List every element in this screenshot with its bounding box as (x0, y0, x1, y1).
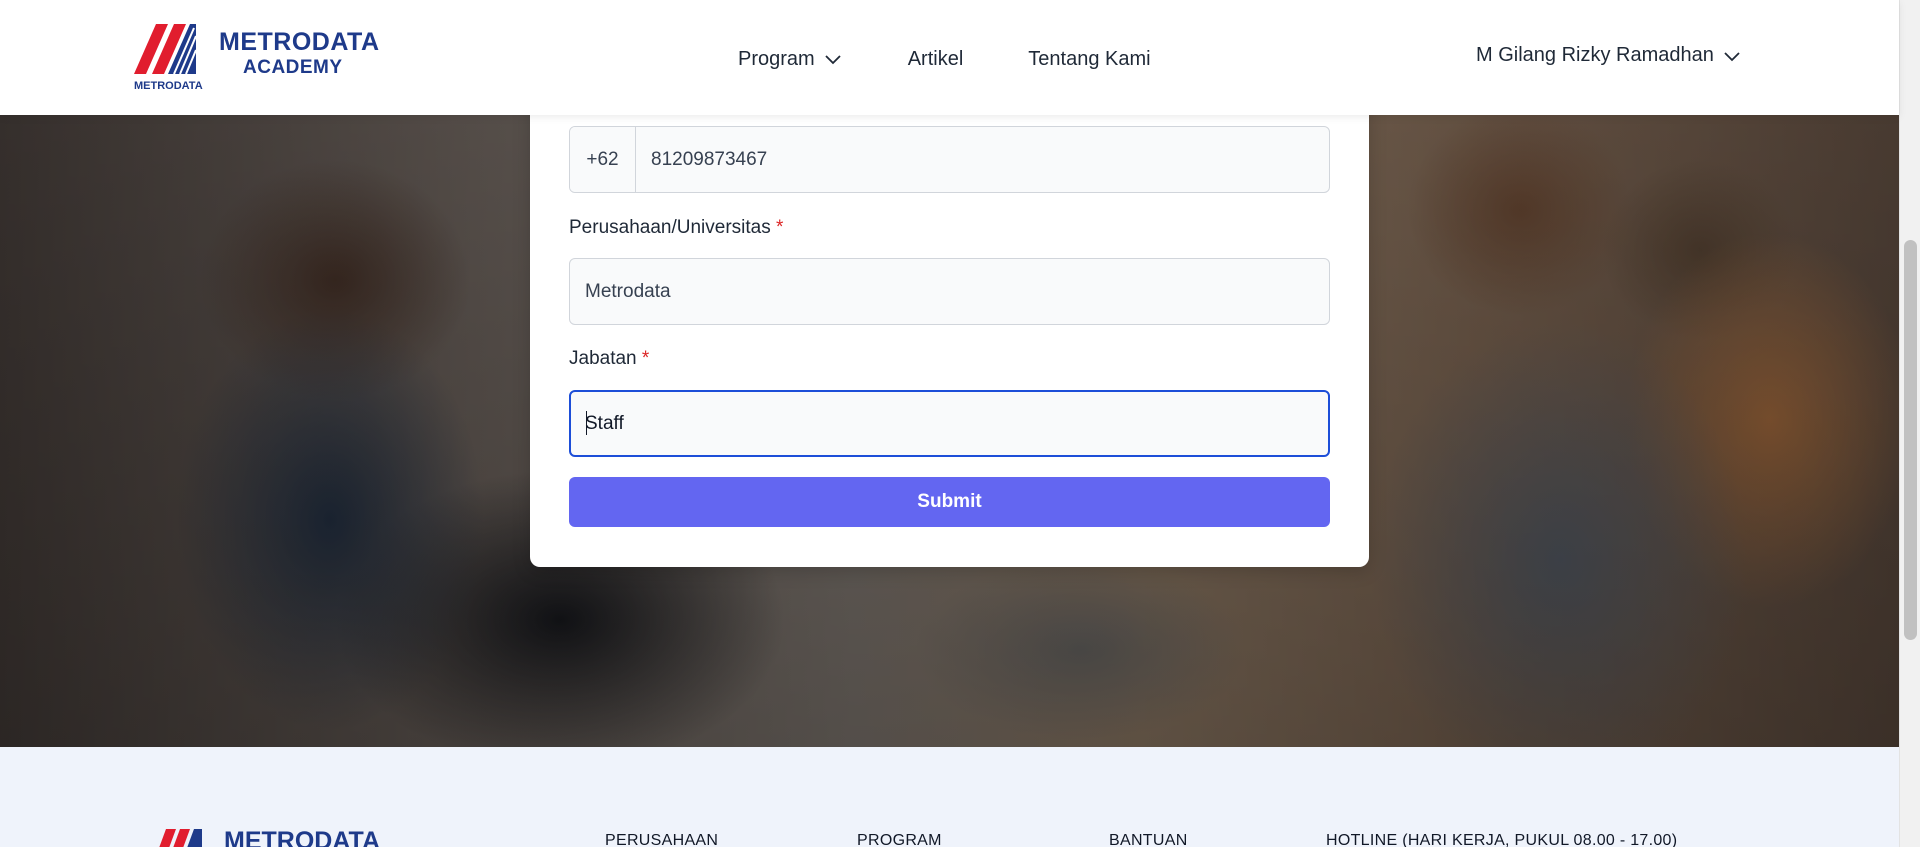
position-label: Jabatan * (569, 348, 649, 370)
scrollbar-thumb[interactable] (1904, 240, 1917, 640)
phone-field-group: +62 (569, 126, 1330, 193)
company-label: Perusahaan/Universitas * (569, 217, 783, 239)
required-mark: * (776, 217, 784, 238)
nav-artikel[interactable]: Artikel (908, 48, 964, 71)
position-input[interactable] (569, 390, 1330, 457)
logo-text-under: METRODATA (134, 80, 203, 92)
logo-text-academy: ACADEMY (243, 57, 343, 78)
submit-button[interactable]: Submit (569, 477, 1330, 527)
text-cursor (586, 411, 587, 435)
logo-mark-icon (159, 829, 202, 847)
position-label-text: Jabatan (569, 348, 637, 369)
nav-program[interactable]: Program (738, 48, 843, 71)
footer-heading-hotline: HOTLINE (HARI KERJA, PUKUL 08.00 - 17.00… (1326, 832, 1678, 847)
chevron-down-icon (825, 55, 841, 65)
phone-input[interactable] (636, 127, 1329, 192)
company-input[interactable] (569, 258, 1330, 325)
metrodata-logo[interactable]: METRODATA ACADEMY METRODATA (134, 22, 379, 94)
main-nav: Program Artikel Tentang Kami (738, 44, 1151, 74)
nav-program-label: Program (738, 47, 815, 70)
footer-logo-text: METRODATA (224, 827, 380, 847)
required-mark: * (641, 348, 650, 369)
footer-logo[interactable]: METRODATA (152, 827, 392, 847)
nav-tentang-kami[interactable]: Tentang Kami (1028, 48, 1150, 71)
footer-heading-perusahaan: PERUSAHAAN (605, 832, 719, 847)
registration-form-card: +62 Perusahaan/Universitas * Jabatan * S… (530, 80, 1369, 567)
phone-country-code: +62 (570, 127, 636, 192)
page-scrollbar[interactable] (1899, 0, 1920, 847)
nav-artikel-label: Artikel (907, 47, 964, 70)
user-name: M Gilang Rizky Ramadhan (1476, 44, 1714, 66)
user-menu[interactable]: M Gilang Rizky Ramadhan (1476, 44, 1742, 67)
site-footer: METRODATA PERUSAHAAN PROGRAM BANTUAN HOT… (0, 747, 1899, 847)
chevron-down-icon (1724, 51, 1740, 61)
logo-text-metrodata: METRODATA (219, 28, 380, 56)
nav-tentang-kami-label: Tentang Kami (1028, 47, 1151, 70)
site-header: METRODATA ACADEMY METRODATA Program Arti… (0, 0, 1899, 115)
footer-heading-program: PROGRAM (857, 832, 942, 847)
logo-mark-icon (134, 24, 197, 75)
footer-heading-bantuan: BANTUAN (1109, 832, 1188, 847)
company-label-text: Perusahaan/Universitas (569, 217, 771, 238)
